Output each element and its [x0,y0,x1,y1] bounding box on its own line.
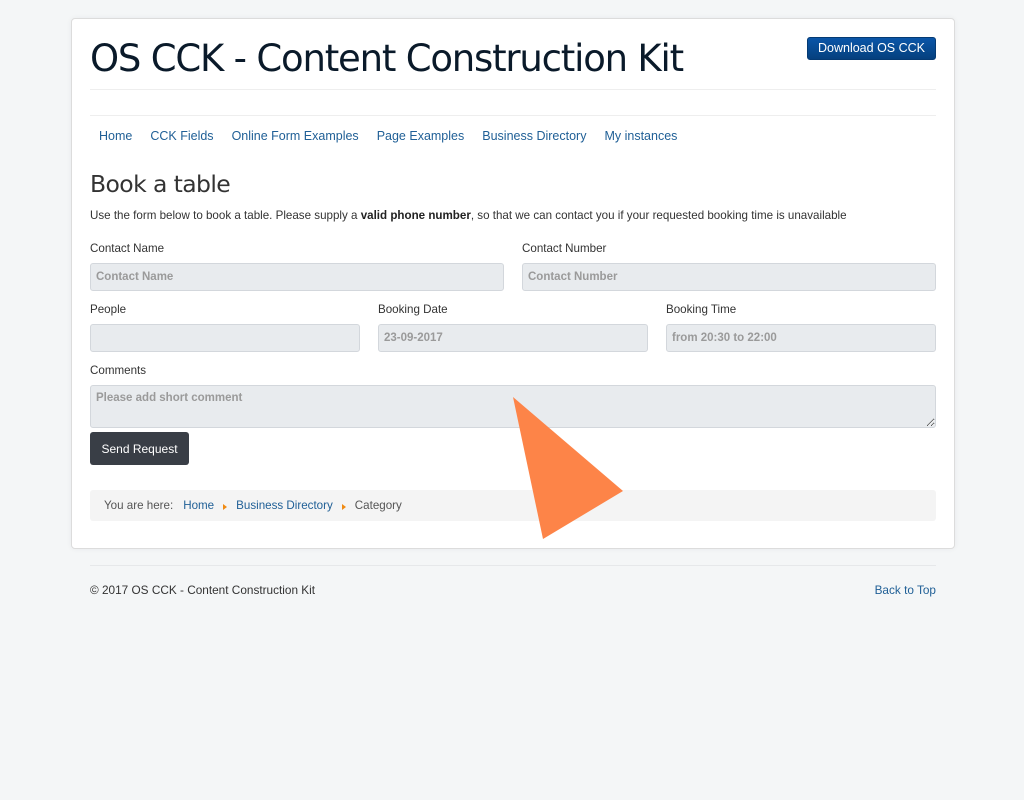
download-os-cck-button[interactable]: Download OS CCK [807,37,936,60]
contact-number-input[interactable] [522,263,936,291]
intro-text: Use the form below to book a table. Plea… [90,209,847,222]
header-divider [90,89,936,90]
booking-time-label: Booking Time [666,303,737,316]
breadcrumb: You are here: Home Business Directory Ca… [90,490,936,521]
people-label: People [90,303,127,316]
booking-time-input[interactable] [666,324,936,352]
nav-item-my-instances[interactable]: My instances [595,128,686,144]
nav-divider [90,115,936,116]
intro-text-emphasis: valid phone number [360,209,471,222]
nav-item-page-examples[interactable]: Page Examples [368,128,474,144]
booking-date-input[interactable] [378,324,648,352]
comments-textarea[interactable] [90,385,936,428]
nav-item-online-form-examples[interactable]: Online Form Examples [223,128,368,144]
contact-number-label: Contact Number [522,242,607,255]
nav-item-cck-fields[interactable]: CCK Fields [141,128,222,144]
footer-copyright: © 2017 OS CCK - Content Construction Kit [90,583,316,597]
back-to-top-link[interactable]: Back to Top [875,583,936,597]
site-title[interactable]: OS CCK - Content Construction Kit [90,33,684,85]
page-container: OS CCK - Content Construction Kit Downlo… [71,18,955,549]
footer-divider [90,565,936,566]
breadcrumb-label: You are here: [104,499,174,512]
booking-date-label: Booking Date [378,303,448,316]
contact-name-label: Contact Name [90,242,165,255]
comments-label: Comments [90,364,147,377]
breadcrumb-item-home[interactable]: Home [183,499,214,512]
breadcrumb-item-category: Category [354,499,402,512]
breadcrumb-item-business-directory[interactable]: Business Directory [236,499,333,512]
send-request-button[interactable]: Send Request [90,432,189,465]
nav-item-business-directory[interactable]: Business Directory [473,128,595,144]
intro-text-end: , so that we can contact you if your req… [470,209,847,222]
contact-name-input[interactable] [90,263,504,291]
main-nav: Home CCK Fields Online Form Examples Pag… [90,128,686,144]
page-heading: Book a table [90,170,231,198]
breadcrumb-separator-icon [341,504,346,510]
breadcrumb-separator-icon [223,504,228,510]
intro-text-start: Use the form below to book a table. Plea… [90,209,361,222]
people-input[interactable] [90,324,360,352]
nav-item-home[interactable]: Home [90,128,141,144]
